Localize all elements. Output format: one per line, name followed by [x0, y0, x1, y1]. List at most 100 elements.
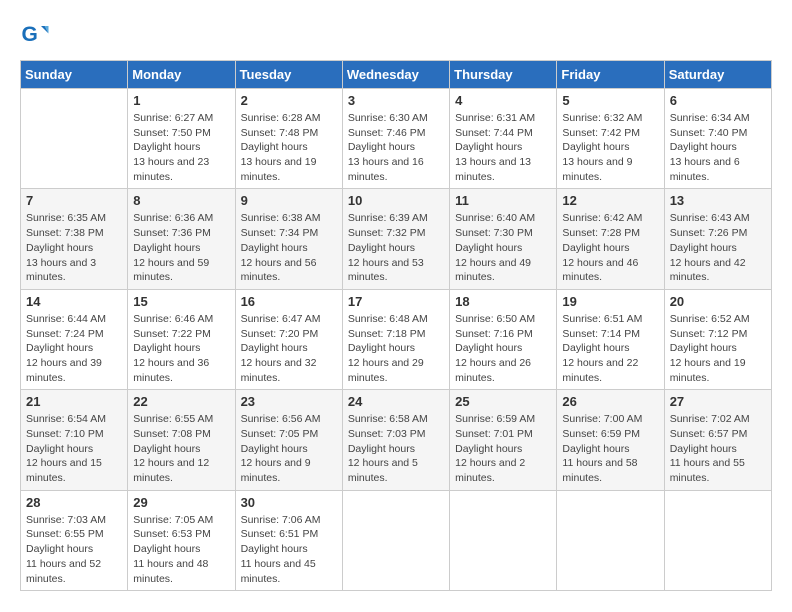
day-info: Sunrise: 7:05 AM Sunset: 6:53 PM Dayligh…: [133, 513, 229, 586]
day-info: Sunrise: 6:58 AM Sunset: 7:03 PM Dayligh…: [348, 412, 444, 485]
calendar-cell: 26 Sunrise: 7:00 AM Sunset: 6:59 PM Dayl…: [557, 390, 664, 490]
day-info: Sunrise: 6:51 AM Sunset: 7:14 PM Dayligh…: [562, 312, 658, 385]
day-number: 30: [241, 495, 337, 510]
day-info: Sunrise: 6:56 AM Sunset: 7:05 PM Dayligh…: [241, 412, 337, 485]
day-info: Sunrise: 7:06 AM Sunset: 6:51 PM Dayligh…: [241, 513, 337, 586]
day-info: Sunrise: 6:35 AM Sunset: 7:38 PM Dayligh…: [26, 211, 122, 284]
calendar-cell: 23 Sunrise: 6:56 AM Sunset: 7:05 PM Dayl…: [235, 390, 342, 490]
calendar-week-row: 21 Sunrise: 6:54 AM Sunset: 7:10 PM Dayl…: [21, 390, 772, 490]
calendar-week-row: 14 Sunrise: 6:44 AM Sunset: 7:24 PM Dayl…: [21, 289, 772, 389]
calendar-cell: 25 Sunrise: 6:59 AM Sunset: 7:01 PM Dayl…: [450, 390, 557, 490]
day-info: Sunrise: 6:27 AM Sunset: 7:50 PM Dayligh…: [133, 111, 229, 184]
day-number: 21: [26, 394, 122, 409]
calendar-cell: 19 Sunrise: 6:51 AM Sunset: 7:14 PM Dayl…: [557, 289, 664, 389]
day-number: 23: [241, 394, 337, 409]
calendar-cell: 21 Sunrise: 6:54 AM Sunset: 7:10 PM Dayl…: [21, 390, 128, 490]
day-number: 28: [26, 495, 122, 510]
calendar-cell: 3 Sunrise: 6:30 AM Sunset: 7:46 PM Dayli…: [342, 89, 449, 189]
day-info: Sunrise: 6:34 AM Sunset: 7:40 PM Dayligh…: [670, 111, 766, 184]
day-info: Sunrise: 6:54 AM Sunset: 7:10 PM Dayligh…: [26, 412, 122, 485]
calendar-week-row: 7 Sunrise: 6:35 AM Sunset: 7:38 PM Dayli…: [21, 189, 772, 289]
calendar-cell: 14 Sunrise: 6:44 AM Sunset: 7:24 PM Dayl…: [21, 289, 128, 389]
day-number: 13: [670, 193, 766, 208]
day-info: Sunrise: 6:59 AM Sunset: 7:01 PM Dayligh…: [455, 412, 551, 485]
day-number: 6: [670, 93, 766, 108]
weekday-header-tuesday: Tuesday: [235, 61, 342, 89]
day-info: Sunrise: 6:50 AM Sunset: 7:16 PM Dayligh…: [455, 312, 551, 385]
calendar-table: SundayMondayTuesdayWednesdayThursdayFrid…: [20, 60, 772, 591]
calendar-cell: 7 Sunrise: 6:35 AM Sunset: 7:38 PM Dayli…: [21, 189, 128, 289]
calendar-cell: [21, 89, 128, 189]
weekday-header-friday: Friday: [557, 61, 664, 89]
calendar-cell: [450, 490, 557, 590]
svg-text:G: G: [22, 23, 38, 46]
calendar-cell: 20 Sunrise: 6:52 AM Sunset: 7:12 PM Dayl…: [664, 289, 771, 389]
day-number: 12: [562, 193, 658, 208]
calendar-cell: 17 Sunrise: 6:48 AM Sunset: 7:18 PM Dayl…: [342, 289, 449, 389]
day-info: Sunrise: 6:32 AM Sunset: 7:42 PM Dayligh…: [562, 111, 658, 184]
day-number: 9: [241, 193, 337, 208]
day-number: 15: [133, 294, 229, 309]
calendar-cell: 29 Sunrise: 7:05 AM Sunset: 6:53 PM Dayl…: [128, 490, 235, 590]
day-number: 4: [455, 93, 551, 108]
day-info: Sunrise: 6:46 AM Sunset: 7:22 PM Dayligh…: [133, 312, 229, 385]
day-info: Sunrise: 6:40 AM Sunset: 7:30 PM Dayligh…: [455, 211, 551, 284]
weekday-header-saturday: Saturday: [664, 61, 771, 89]
day-info: Sunrise: 6:42 AM Sunset: 7:28 PM Dayligh…: [562, 211, 658, 284]
day-number: 20: [670, 294, 766, 309]
calendar-cell: 11 Sunrise: 6:40 AM Sunset: 7:30 PM Dayl…: [450, 189, 557, 289]
day-number: 5: [562, 93, 658, 108]
calendar-header: SundayMondayTuesdayWednesdayThursdayFrid…: [21, 61, 772, 89]
day-number: 2: [241, 93, 337, 108]
weekday-header-sunday: Sunday: [21, 61, 128, 89]
day-info: Sunrise: 6:55 AM Sunset: 7:08 PM Dayligh…: [133, 412, 229, 485]
day-number: 16: [241, 294, 337, 309]
day-number: 11: [455, 193, 551, 208]
calendar-cell: [557, 490, 664, 590]
day-info: Sunrise: 6:47 AM Sunset: 7:20 PM Dayligh…: [241, 312, 337, 385]
calendar-cell: 1 Sunrise: 6:27 AM Sunset: 7:50 PM Dayli…: [128, 89, 235, 189]
calendar-cell: 4 Sunrise: 6:31 AM Sunset: 7:44 PM Dayli…: [450, 89, 557, 189]
calendar-cell: 12 Sunrise: 6:42 AM Sunset: 7:28 PM Dayl…: [557, 189, 664, 289]
calendar-cell: 13 Sunrise: 6:43 AM Sunset: 7:26 PM Dayl…: [664, 189, 771, 289]
calendar-cell: 22 Sunrise: 6:55 AM Sunset: 7:08 PM Dayl…: [128, 390, 235, 490]
day-info: Sunrise: 6:38 AM Sunset: 7:34 PM Dayligh…: [241, 211, 337, 284]
weekday-header-wednesday: Wednesday: [342, 61, 449, 89]
day-info: Sunrise: 6:44 AM Sunset: 7:24 PM Dayligh…: [26, 312, 122, 385]
day-number: 29: [133, 495, 229, 510]
day-info: Sunrise: 6:30 AM Sunset: 7:46 PM Dayligh…: [348, 111, 444, 184]
day-number: 22: [133, 394, 229, 409]
calendar-body: 1 Sunrise: 6:27 AM Sunset: 7:50 PM Dayli…: [21, 89, 772, 591]
day-number: 10: [348, 193, 444, 208]
calendar-cell: 30 Sunrise: 7:06 AM Sunset: 6:51 PM Dayl…: [235, 490, 342, 590]
day-number: 25: [455, 394, 551, 409]
day-number: 26: [562, 394, 658, 409]
day-info: Sunrise: 6:36 AM Sunset: 7:36 PM Dayligh…: [133, 211, 229, 284]
day-number: 8: [133, 193, 229, 208]
day-number: 1: [133, 93, 229, 108]
day-number: 3: [348, 93, 444, 108]
day-number: 17: [348, 294, 444, 309]
day-number: 14: [26, 294, 122, 309]
weekday-header-thursday: Thursday: [450, 61, 557, 89]
calendar-cell: 6 Sunrise: 6:34 AM Sunset: 7:40 PM Dayli…: [664, 89, 771, 189]
calendar-cell: 8 Sunrise: 6:36 AM Sunset: 7:36 PM Dayli…: [128, 189, 235, 289]
calendar-cell: 27 Sunrise: 7:02 AM Sunset: 6:57 PM Dayl…: [664, 390, 771, 490]
day-number: 27: [670, 394, 766, 409]
calendar-cell: 15 Sunrise: 6:46 AM Sunset: 7:22 PM Dayl…: [128, 289, 235, 389]
day-info: Sunrise: 7:03 AM Sunset: 6:55 PM Dayligh…: [26, 513, 122, 586]
calendar-cell: 18 Sunrise: 6:50 AM Sunset: 7:16 PM Dayl…: [450, 289, 557, 389]
day-number: 24: [348, 394, 444, 409]
weekday-header-monday: Monday: [128, 61, 235, 89]
day-info: Sunrise: 7:00 AM Sunset: 6:59 PM Dayligh…: [562, 412, 658, 485]
calendar-week-row: 28 Sunrise: 7:03 AM Sunset: 6:55 PM Dayl…: [21, 490, 772, 590]
day-info: Sunrise: 7:02 AM Sunset: 6:57 PM Dayligh…: [670, 412, 766, 485]
day-info: Sunrise: 6:43 AM Sunset: 7:26 PM Dayligh…: [670, 211, 766, 284]
day-number: 18: [455, 294, 551, 309]
calendar-cell: 28 Sunrise: 7:03 AM Sunset: 6:55 PM Dayl…: [21, 490, 128, 590]
day-info: Sunrise: 6:31 AM Sunset: 7:44 PM Dayligh…: [455, 111, 551, 184]
day-info: Sunrise: 6:39 AM Sunset: 7:32 PM Dayligh…: [348, 211, 444, 284]
day-info: Sunrise: 6:48 AM Sunset: 7:18 PM Dayligh…: [348, 312, 444, 385]
page-header: G: [20, 20, 772, 50]
calendar-cell: [664, 490, 771, 590]
